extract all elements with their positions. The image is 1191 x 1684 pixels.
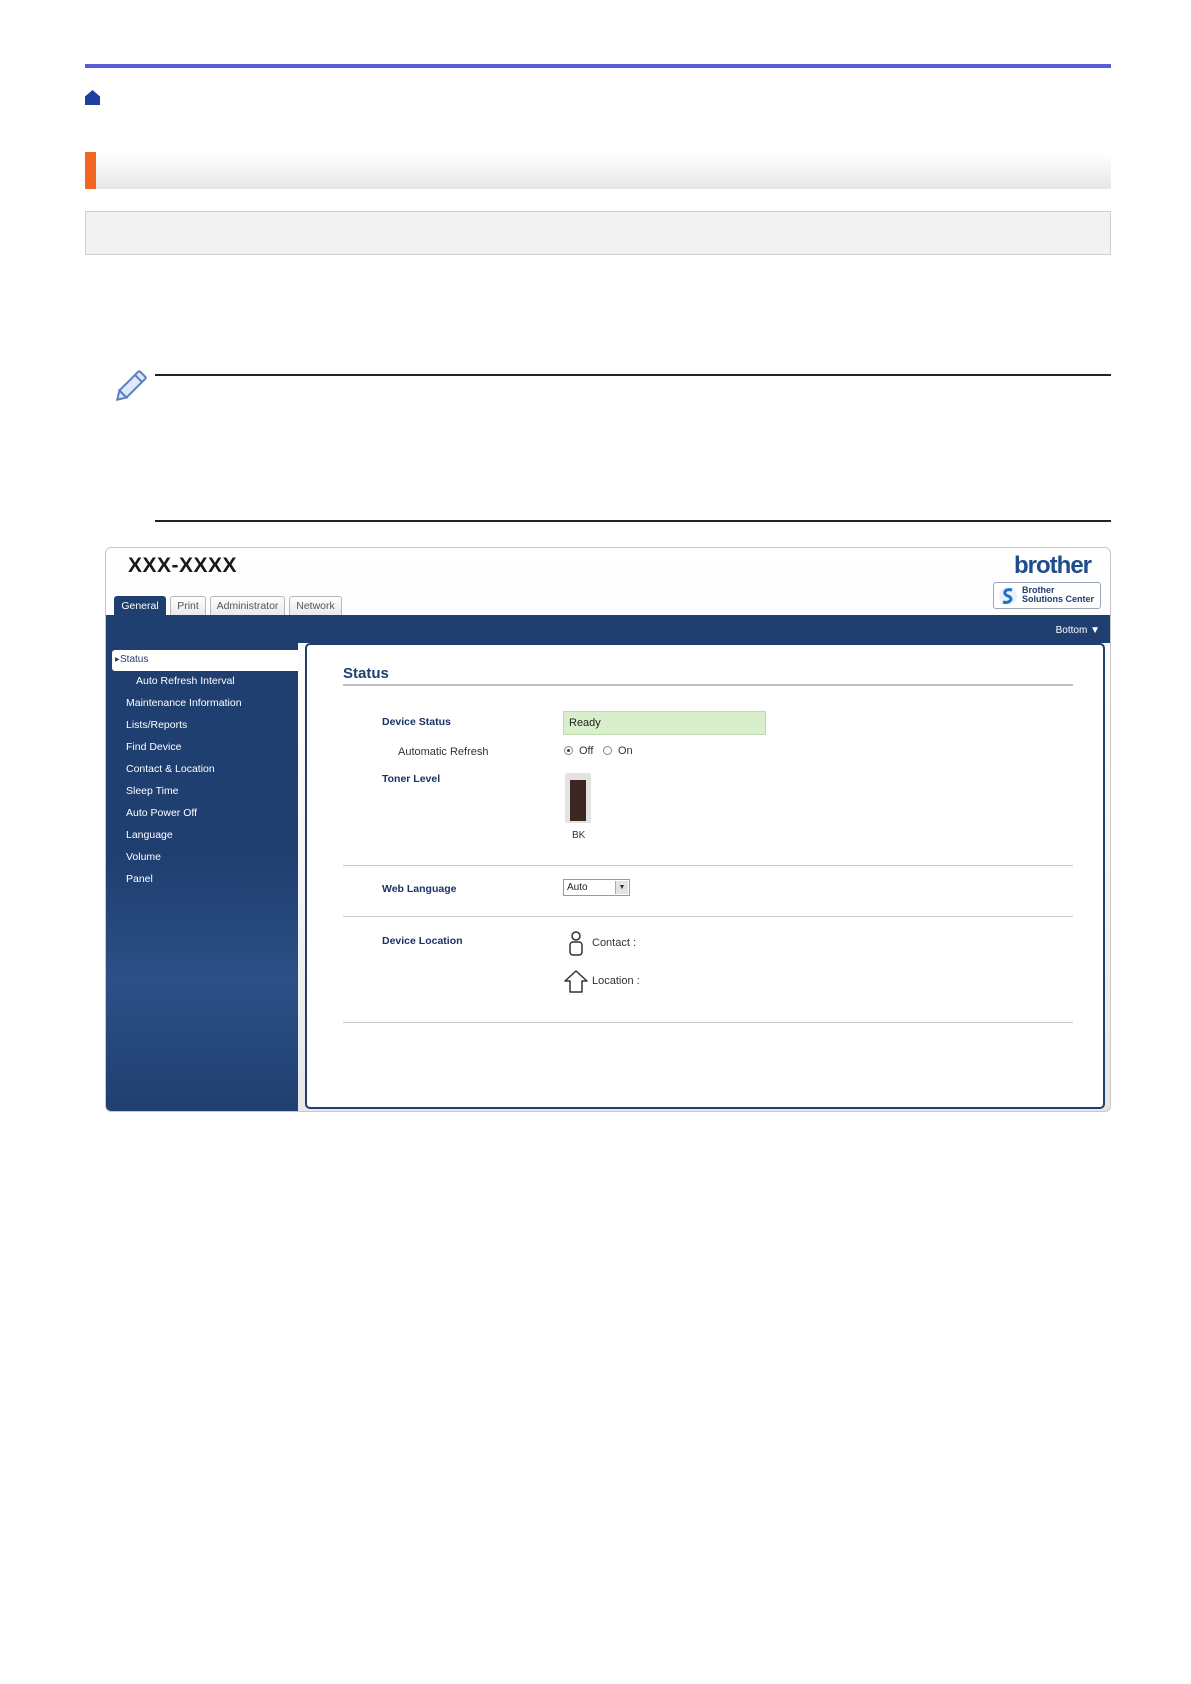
device-location-label: Device Location (382, 935, 463, 947)
location-house-icon (564, 970, 588, 993)
related-models-box (85, 211, 1111, 255)
toner-level-label: Toner Level (382, 773, 441, 785)
contact-label: Contact : (592, 937, 637, 949)
device-status-label: Device Status (382, 716, 451, 728)
sidebar-item-lists-reports[interactable]: Lists/Reports (126, 719, 187, 731)
tab-network[interactable]: Network (289, 596, 342, 615)
model-name: XXX-XXXX (128, 554, 238, 577)
sidebar-item-status[interactable]: ▶ Status (112, 650, 298, 671)
sidebar-item-language[interactable]: Language (126, 829, 173, 841)
status-panel: Status Device Status Ready Automatic Ref… (305, 643, 1105, 1109)
sidebar-item-panel[interactable]: Panel (126, 873, 153, 885)
auto-refresh-on-radio[interactable] (603, 746, 612, 755)
section-divider (343, 916, 1073, 917)
note-top-rule (155, 374, 1111, 376)
auto-refresh-on-label: On (618, 745, 633, 757)
auto-refresh-label: Automatic Refresh (398, 746, 489, 758)
web-language-select[interactable]: Auto ▼ (563, 879, 630, 896)
solutions-center-button[interactable]: Brother Solutions Center (993, 582, 1101, 609)
tab-print[interactable]: Print (170, 596, 206, 615)
dropdown-arrow-icon: ▼ (615, 881, 628, 894)
tab-general[interactable]: General (114, 596, 166, 615)
web-management-screenshot: XXX-XXXX brother Brother Solutions Cente… (105, 547, 1111, 1112)
home-icon[interactable] (84, 89, 101, 106)
sidebar-item-auto-power-off[interactable]: Auto Power Off (126, 807, 197, 819)
toner-color-label: BK (572, 830, 586, 841)
sidebar-item-auto-refresh-interval[interactable]: Auto Refresh Interval (136, 675, 235, 687)
panel-title: Status (343, 665, 389, 682)
tab-administrator[interactable]: Administrator (210, 596, 285, 615)
toner-gauge (565, 773, 591, 823)
section-title-bar (85, 152, 1111, 189)
toner-fill (570, 780, 586, 821)
bottom-link[interactable]: Bottom ▼ (1056, 625, 1100, 636)
title-accent (85, 152, 96, 189)
sidebar-item-label: Status (120, 654, 149, 665)
sidebar: ▶ Status Auto Refresh Interval Maintenan… (106, 643, 298, 1111)
pencil-icon (115, 370, 147, 402)
triangle-right-icon: ▶ (115, 657, 120, 663)
nav-band: Bottom ▼ (106, 615, 1110, 643)
web-language-value: Auto (567, 882, 588, 893)
sidebar-item-maintenance-information[interactable]: Maintenance Information (126, 697, 242, 709)
sidebar-item-contact-location[interactable]: Contact & Location (126, 763, 215, 775)
auto-refresh-off-radio[interactable] (564, 746, 573, 755)
solutions-center-line2: Solutions Center (1022, 594, 1095, 604)
location-label: Location : (592, 975, 640, 987)
header-rule (85, 64, 1111, 68)
note-bottom-rule (155, 520, 1111, 522)
sidebar-item-sleep-time[interactable]: Sleep Time (126, 785, 179, 797)
solutions-center-icon (999, 587, 1017, 605)
device-status-value: Ready (563, 711, 766, 735)
sidebar-item-find-device[interactable]: Find Device (126, 741, 181, 753)
brother-logo: brother (1014, 552, 1092, 579)
title-divider (343, 684, 1073, 686)
web-language-label: Web Language (382, 883, 457, 895)
section-divider (343, 865, 1073, 866)
contact-person-icon (569, 931, 583, 956)
section-divider (343, 1022, 1073, 1023)
auto-refresh-off-label: Off (579, 745, 594, 757)
sidebar-item-volume[interactable]: Volume (126, 851, 161, 863)
